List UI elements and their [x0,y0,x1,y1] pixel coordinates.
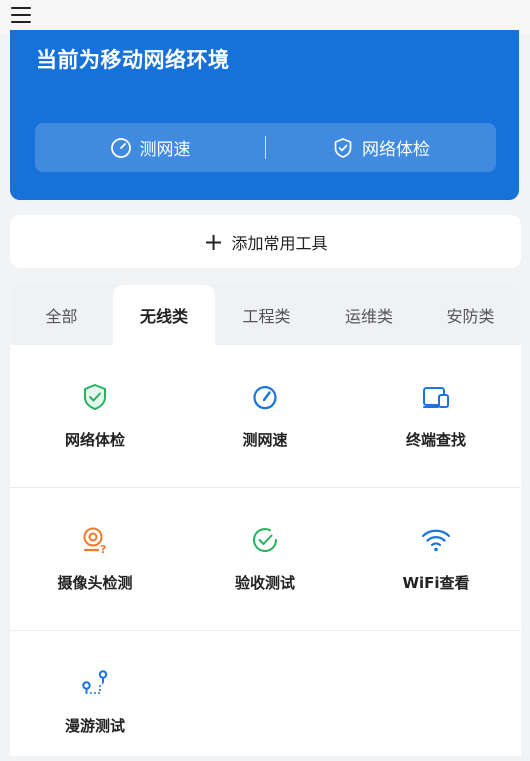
wifi-icon [414,518,458,562]
tool-network-check[interactable]: 网络体检 [10,375,180,475]
network-check-label: 网络体检 [362,140,430,160]
tool-label: 测网速 [242,431,288,449]
tool-camera-detect[interactable]: ? 摄像头检测 [10,518,180,618]
acceptance-check-icon [243,518,287,562]
tool-category-tabs: 全部 无线类 工程类 运维类 安防类 [10,285,521,345]
add-common-tools-button[interactable]: + 添加常用工具 [10,215,521,268]
speed-test-button[interactable]: 测网速 [35,123,265,172]
speedometer-icon [243,375,287,419]
tool-speed-test[interactable]: 测网速 [180,375,350,475]
network-check-button[interactable]: 网络体检 [266,123,496,172]
svg-text:?: ? [100,543,106,555]
row-divider [10,630,521,631]
speedometer-icon [110,137,131,158]
tool-terminal-search[interactable]: 终端查找 [351,375,521,475]
tool-label: WiFi查看 [402,574,470,592]
network-status-title: 当前为移动网络环境 [36,48,230,72]
quick-actions-bar: 测网速 网络体检 [35,123,496,172]
top-bar [0,0,530,34]
tool-wifi-view[interactable]: WiFi查看 [351,518,521,618]
roaming-icon [73,661,117,705]
row-divider [10,487,521,488]
network-status-card: 当前为移动网络环境 测网速 网络体检 [10,30,519,200]
tool-label: 终端查找 [405,431,466,449]
camera-detect-icon: ? [73,518,117,562]
add-common-tools-label: 添加常用工具 [231,233,328,253]
tab-security[interactable]: 安防类 [420,285,521,345]
tool-label: 漫游测试 [64,717,125,735]
menu-icon[interactable] [11,6,33,24]
tool-label: 摄像头检测 [57,574,133,592]
shield-check-icon [334,137,352,158]
tool-label: 验收测试 [234,574,295,592]
tab-all[interactable]: 全部 [10,285,113,345]
tab-operations[interactable]: 运维类 [318,285,420,345]
tool-roaming-test[interactable]: 漫游测试 [10,661,180,761]
tab-wireless[interactable]: 无线类 [113,285,215,345]
tool-grid: 网络体检 测网速 终端查找 ? 摄像头检测 验收测试 WiFi查看 漫游测试 [10,345,521,756]
tab-engineering[interactable]: 工程类 [215,285,318,345]
shield-check-icon [73,375,117,419]
tool-label: 网络体检 [64,431,125,449]
tool-acceptance-test[interactable]: 验收测试 [180,518,350,618]
device-search-icon [414,375,458,419]
plus-icon: + [203,227,224,256]
speed-test-label: 测网速 [139,140,191,160]
